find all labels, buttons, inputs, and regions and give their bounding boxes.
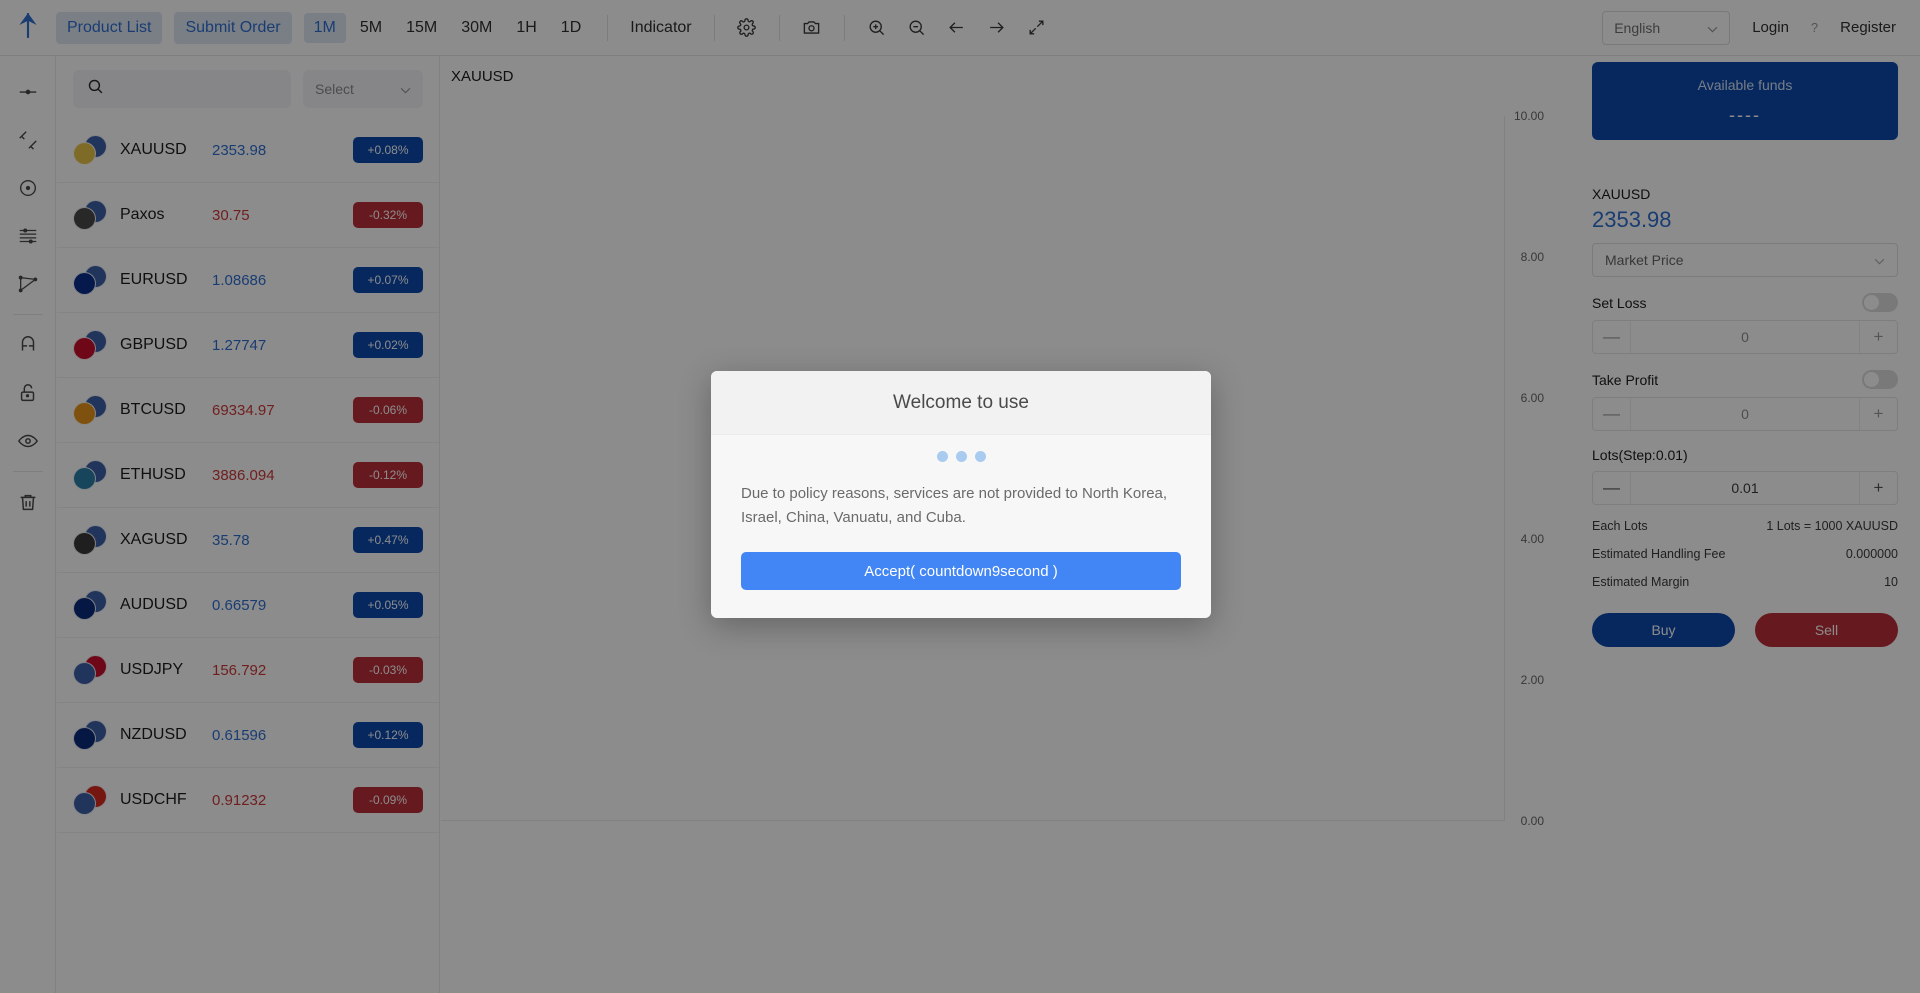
- app-root: Product List Submit Order 1M 5M 15M 30M 1H 1D…: [0, 0, 1920, 993]
- modal-footer: Accept( countdown9second ): [711, 530, 1211, 618]
- modal-body: Due to policy reasons, services are not …: [711, 462, 1211, 530]
- welcome-modal: Welcome to use Due to policy reasons, se…: [711, 371, 1211, 618]
- modal-message: Due to policy reasons, services are not …: [741, 485, 1168, 526]
- accept-button[interactable]: Accept( countdown9second ): [741, 552, 1181, 590]
- modal-header: Welcome to use: [711, 371, 1211, 435]
- loading-dot: [936, 451, 948, 462]
- loading-dot: [974, 451, 986, 462]
- loading-dots-indicator: [711, 435, 1211, 462]
- loading-dot: [955, 451, 967, 462]
- modal-title: Welcome to use: [893, 391, 1029, 413]
